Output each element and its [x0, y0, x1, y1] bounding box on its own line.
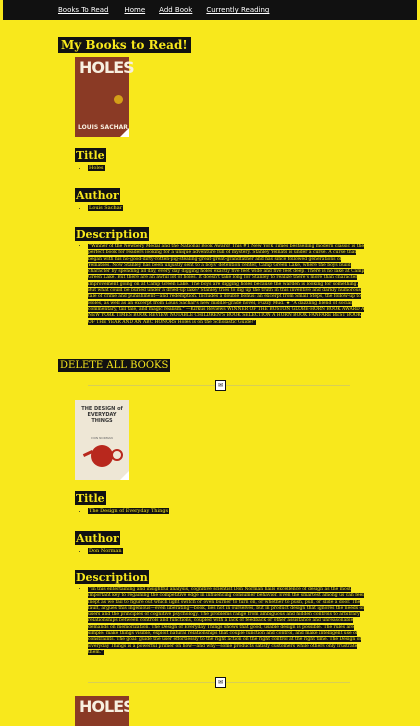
book-cover-image: HOLES LOUIS SACHAR	[75, 57, 135, 137]
nav-link-currently-reading[interactable]: Currently Reading	[206, 6, 269, 14]
description-heading: Description	[75, 570, 149, 584]
title-heading: Title	[75, 491, 106, 505]
author-heading: Author	[75, 187, 120, 202]
book-card: HOLES	[75, 696, 365, 726]
cover-title: THE DESIGN of EVERYDAY THINGS	[81, 406, 123, 424]
book-card: THE DESIGN of EVERYDAY THINGS DON NORMAN…	[75, 400, 365, 683]
book-description: "Winner of the Newbery Medal and the Nat…	[88, 244, 365, 326]
author-heading: Author	[75, 530, 120, 545]
cover-title: HOLES	[79, 58, 135, 77]
page-title: My Books to Read!	[58, 37, 191, 53]
teapot-image-icon	[91, 445, 113, 467]
title-heading: Title	[75, 148, 106, 162]
book-description: "In this entertaining and insightful ana…	[88, 587, 365, 656]
delete-all-books-button[interactable]: DELETE ALL BOOKS	[58, 359, 171, 372]
book-cover-image: HOLES	[75, 696, 129, 726]
book-author: Don Norman	[88, 547, 365, 555]
cover-author: DON NORMAN	[91, 436, 113, 440]
book-title: The Design of Everyday Things	[88, 508, 365, 515]
book-title: Holes	[88, 165, 365, 172]
top-nav-bar: Books To Read Home Add Book Currently Re…	[3, 0, 417, 20]
nav-links: Books To Read Home Add Book Currently Re…	[58, 6, 283, 14]
book-card: HOLES LOUIS SACHAR Title Holes Author Lo…	[75, 57, 365, 360]
cover-author: LOUIS SACHAR	[78, 124, 128, 131]
delete-book-icon[interactable]: ✉	[215, 380, 226, 391]
book-author: Louis Sachar	[88, 204, 365, 212]
nav-link-books-to-read[interactable]: Books To Read	[58, 6, 108, 14]
nav-link-home[interactable]: Home	[124, 6, 145, 14]
description-heading: Description	[75, 227, 149, 241]
cover-title: HOLES	[79, 697, 129, 716]
delete-book-icon[interactable]: ✉	[215, 677, 226, 688]
nav-link-add-book[interactable]: Add Book	[159, 6, 192, 14]
award-seal-icon	[114, 95, 123, 104]
book-cover-image: THE DESIGN of EVERYDAY THINGS DON NORMAN	[75, 400, 129, 480]
